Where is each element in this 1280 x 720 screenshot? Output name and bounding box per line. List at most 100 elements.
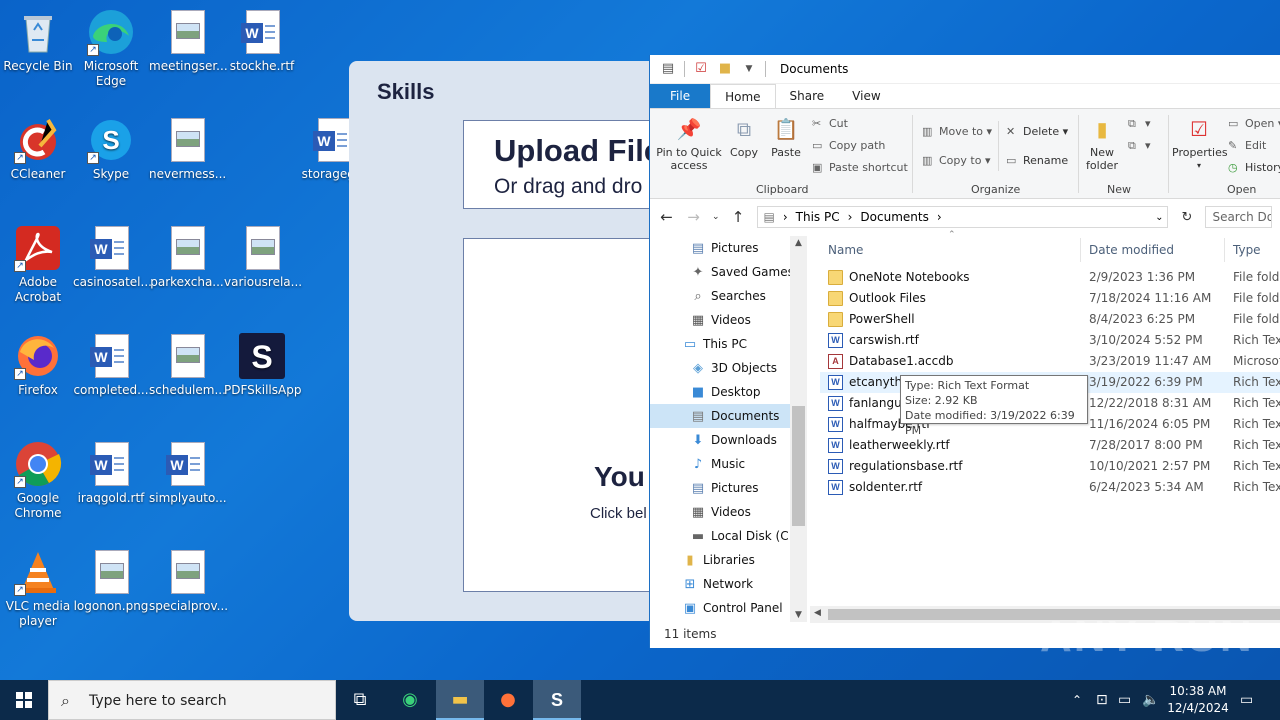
task-view-button[interactable]: ⧉ — [336, 680, 384, 720]
desktop-icon-iraqgold[interactable]: W iraqgold.rtf — [73, 440, 149, 506]
paste-button[interactable]: 📋 Paste — [768, 115, 804, 159]
cut-button[interactable]: ✂ Cut — [812, 117, 848, 130]
column-divider[interactable] — [1224, 238, 1225, 262]
file-row[interactable]: Wcarswish.rtf 3/10/2024 5:52 PM Rich Text — [820, 330, 1280, 351]
desktop-icon-recycle-bin[interactable]: Recycle Bin — [0, 8, 76, 74]
drop-zone[interactable]: You Click bel — [463, 238, 663, 592]
desktop-icon-simplyauto[interactable]: W simplyauto... — [149, 440, 227, 506]
file-row[interactable]: Wsoldenter.rtf 6/24/2023 5:34 AM Rich Text — [820, 477, 1280, 498]
breadcrumb-this-pc[interactable]: This PC — [796, 210, 840, 224]
desktop-icon-pdfskillsapp[interactable]: S PDFSkillsApp — [224, 332, 301, 398]
copy-button[interactable]: ⧉ Copy — [726, 115, 762, 159]
tab-view[interactable]: View — [838, 84, 894, 108]
nav-item-libraries[interactable]: ▮ Libraries — [682, 548, 754, 572]
nav-item-music[interactable]: ♪ Music — [690, 452, 745, 476]
new-item-button[interactable]: ⧉ ▾ — [1128, 117, 1151, 131]
column-header-date[interactable]: Date modified — [1089, 238, 1174, 262]
delete-button[interactable]: ✕ Delete ▾ — [1006, 125, 1068, 138]
desktop-icon-specialprov[interactable]: specialprov... — [149, 548, 228, 614]
nav-item-this-pc[interactable]: ▭ This PC — [682, 332, 747, 356]
recent-locations-icon[interactable]: ⌄ — [712, 212, 720, 222]
start-button[interactable] — [0, 680, 48, 720]
file-row[interactable]: PowerShell 8/4/2023 6:25 PM File folder — [820, 309, 1280, 330]
address-dropdown-icon[interactable]: ⌄ — [1155, 212, 1163, 223]
nav-item-saved-games[interactable]: ✦ Saved Games — [690, 260, 794, 284]
taskbar-explorer-button[interactable]: ▬ — [436, 680, 484, 720]
checkbox-quick-icon[interactable]: ☑ — [693, 61, 709, 77]
nav-item-local-disk[interactable]: ▬ Local Disk (C:) — [690, 524, 797, 548]
clock[interactable]: 10:38 AM 12/4/2024 — [1160, 683, 1236, 717]
nav-item-videos-2[interactable]: ▦ Videos — [690, 500, 751, 524]
column-header-name[interactable]: Name — [828, 238, 863, 262]
forward-arrow-icon[interactable]: → — [685, 208, 702, 226]
nav-item-3d-objects[interactable]: ◈ 3D Objects — [690, 356, 777, 380]
nav-item-network[interactable]: ⊞ Network — [682, 572, 754, 596]
volume-icon[interactable]: 🔈 — [1142, 680, 1159, 720]
taskbar-search[interactable]: ⌕ Type here to search — [48, 680, 336, 720]
paste-shortcut-button[interactable]: ▣ Paste shortcut — [812, 161, 908, 174]
show-hidden-icons-icon[interactable]: ⌃ — [1072, 680, 1082, 720]
history-button[interactable]: ◷ History — [1228, 161, 1280, 174]
desktop-icon-parkexcha[interactable]: parkexcha... — [149, 224, 225, 290]
scroll-up-icon[interactable]: ▲ — [790, 238, 807, 248]
taskbar-firefox-button[interactable]: ● — [484, 680, 532, 720]
column-divider[interactable] — [1080, 238, 1081, 262]
nav-item-downloads[interactable]: ⬇ Downloads — [690, 428, 777, 452]
new-folder-quick-icon[interactable]: ■ — [717, 61, 733, 77]
desktop-icon-schedulem[interactable]: schedulem... — [149, 332, 226, 398]
taskbar-edge-button[interactable]: ◉ — [386, 680, 434, 720]
edit-button[interactable]: ✎ Edit — [1228, 139, 1266, 152]
file-row[interactable]: A Database1.accdb 3/23/2019 11:47 AM Micros… — [820, 351, 1280, 372]
desktop-icon-ccleaner[interactable]: ↗ CCleaner — [0, 116, 76, 182]
rename-button[interactable]: ▭ Rename — [1006, 154, 1068, 167]
copy-path-button[interactable]: ▭ Copy path — [812, 139, 885, 152]
tab-file[interactable]: File — [650, 84, 711, 108]
properties-button[interactable]: ☑ Properties ▾ — [1172, 115, 1228, 172]
breadcrumb-documents[interactable]: Documents — [860, 210, 928, 224]
quick-access-dropdown-icon[interactable]: ▼ — [741, 61, 757, 77]
nav-item-control-panel[interactable]: ▣ Control Panel — [682, 596, 783, 620]
desktop-icon-nevermess[interactable]: nevermess... — [149, 116, 226, 182]
easy-access-button[interactable]: ⧉ ▾ — [1128, 139, 1151, 153]
back-arrow-icon[interactable]: ← — [658, 208, 675, 226]
desktop-icon-chrome[interactable]: ↗ Google Chrome — [0, 440, 76, 521]
device-icon[interactable]: ⊡ — [1096, 680, 1108, 720]
nav-item-documents[interactable]: ▤ Documents — [650, 404, 790, 428]
nav-item-pictures[interactable]: ▤ Pictures — [690, 236, 759, 260]
desktop-icon-vlc[interactable]: ↗ VLC media player — [0, 548, 76, 629]
desktop-icon-skype[interactable]: S ↗ Skype — [73, 116, 149, 182]
desktop-icon-variousrela[interactable]: variousrela... — [224, 224, 302, 290]
pin-quick-access-button[interactable]: 📌 Pin to Quick access — [654, 115, 724, 172]
nav-item-pictures-2[interactable]: ▤ Pictures — [690, 476, 759, 500]
column-header-type[interactable]: Type — [1233, 238, 1261, 262]
nav-item-searches[interactable]: ⌕ Searches — [690, 284, 766, 308]
desktop-icon-casinosatel[interactable]: W casinosatel... — [73, 224, 152, 290]
file-row[interactable]: Wregulationsbase.rtf 10/10/2021 2:57 PM Ri… — [820, 456, 1280, 477]
file-row[interactable]: Outlook Files 7/18/2024 11:16 AM File fold… — [820, 288, 1280, 309]
tab-home[interactable]: Home — [710, 84, 776, 108]
scroll-down-icon[interactable]: ▼ — [790, 610, 807, 620]
file-row[interactable]: OneNote Notebooks 2/9/2023 1:36 PM File fo… — [820, 267, 1280, 288]
desktop-icon-completed[interactable]: W completed... — [73, 332, 149, 398]
network-icon[interactable]: ▭ — [1118, 680, 1131, 720]
taskbar-pdfskills-button[interactable]: S — [533, 680, 581, 720]
address-bar[interactable]: ▤ › This PC › Documents › ⌄ — [756, 206, 1169, 228]
tab-share[interactable]: Share — [776, 84, 839, 108]
move-to-button[interactable]: ▥ Move to ▾ — [922, 125, 992, 138]
new-folder-button[interactable]: ▮ New folder — [1082, 115, 1122, 172]
search-input[interactable]: Search Do — [1205, 206, 1272, 228]
nav-item-desktop[interactable]: ■ Desktop — [690, 380, 761, 404]
desktop-icon-firefox[interactable]: ↗ Firefox — [0, 332, 76, 398]
upload-file-panel[interactable]: Upload File Or drag and dro — [463, 120, 663, 209]
desktop-icon-logonon[interactable]: logonon.png — [73, 548, 149, 614]
open-button[interactable]: ▭Open ▾ — [1228, 117, 1280, 130]
notifications-icon[interactable]: ▭ — [1240, 680, 1253, 720]
nav-pane-scrollbar[interactable]: ▲ ▼ — [790, 236, 807, 622]
scroll-left-icon[interactable]: ◀ — [814, 608, 821, 618]
refresh-icon[interactable]: ↻ — [1178, 210, 1195, 225]
properties-quick-icon[interactable]: ▤ — [660, 61, 676, 77]
up-arrow-icon[interactable]: ↑ — [730, 208, 747, 226]
desktop-icon-edge[interactable]: ↗ Microsoft Edge — [73, 8, 149, 89]
file-row[interactable]: Wleatherweekly.rtf 7/28/2017 8:00 PM Rich … — [820, 435, 1280, 456]
nav-item-videos[interactable]: ▦ Videos — [690, 308, 751, 332]
